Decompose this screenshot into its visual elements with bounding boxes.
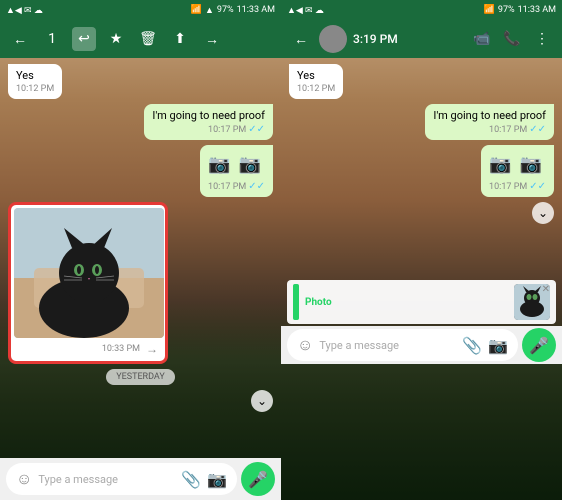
msg-sent-camera-right: 📷 📷 10:17 PM ✓✓ bbox=[481, 145, 554, 197]
camera-icon-2: 📷 bbox=[238, 154, 260, 175]
left-input-field[interactable]: ☺ Type a message 📎 📷 bbox=[6, 463, 237, 495]
camera-icon-r1: 📷 bbox=[489, 154, 511, 175]
emoji-icon-left[interactable]: ☺ bbox=[16, 469, 32, 489]
left-time: 11:33 AM bbox=[237, 5, 275, 15]
right-signal: 📶 bbox=[484, 5, 495, 15]
msg-sent-proof-left: I'm going to need proof 10:17 PM ✓✓ bbox=[144, 104, 273, 140]
msg-text: I'm going to need proof bbox=[433, 109, 546, 122]
camera-icon-left[interactable]: 📷 bbox=[207, 470, 227, 489]
left-screen: ▲◀ ✉ ☁ 📶 ▲ 97% 11:33 AM ← 1 ↩ ★ 🗑 ⬆ → Ye… bbox=[0, 0, 281, 500]
reply-label: Photo bbox=[305, 297, 332, 308]
right-screen: ▲◀ ✉ ☁ 📶 97% 11:33 AM ← 3:19 PM 📹 📞 ⋮ Ye… bbox=[281, 0, 562, 500]
left-star-button[interactable]: ★ bbox=[104, 27, 128, 51]
more-options-button[interactable]: ⋮ bbox=[530, 27, 554, 51]
contact-avatar bbox=[319, 25, 347, 53]
cat-photo bbox=[14, 208, 164, 338]
left-share-button[interactable]: ⬆ bbox=[168, 27, 192, 51]
msg-sent-camera-left: 📷 📷 10:17 PM ✓✓ bbox=[200, 145, 273, 197]
mic-button-right[interactable]: 🎤 bbox=[522, 328, 556, 362]
attach-icon-left[interactable]: 📎 bbox=[181, 470, 201, 489]
reply-text: Photo bbox=[305, 297, 332, 308]
left-status-icons: ▲◀ ✉ ☁ bbox=[6, 5, 43, 16]
reply-accent bbox=[293, 284, 299, 320]
attach-icon-right[interactable]: 📎 bbox=[462, 336, 482, 355]
msg-text: Yes bbox=[16, 69, 34, 82]
left-reply-button[interactable]: ↩ bbox=[72, 27, 96, 51]
video-call-button[interactable]: 📹 bbox=[470, 27, 494, 51]
reply-preview-bar: Photo ✕ bbox=[287, 280, 556, 324]
right-back-button[interactable]: ← bbox=[289, 27, 313, 51]
contact-name: 3:19 PM bbox=[353, 32, 464, 46]
msg-received-yes-right: Yes 10:12 PM bbox=[289, 64, 343, 99]
left-count-badge: 1 bbox=[40, 27, 64, 51]
read-check-camera-r: ✓✓ bbox=[529, 181, 546, 192]
left-status-bar: ▲◀ ✉ ☁ 📶 ▲ 97% 11:33 AM bbox=[0, 0, 281, 20]
right-status-icons: ▲◀ ✉ ☁ bbox=[287, 5, 324, 16]
mic-button-left[interactable]: 🎤 bbox=[241, 462, 275, 496]
left-delete-button[interactable]: 🗑 bbox=[136, 27, 160, 51]
left-back-button[interactable]: ← bbox=[8, 27, 32, 51]
camera-icon-input-right[interactable]: 📷 bbox=[488, 336, 508, 355]
camera-icon-r2: 📷 bbox=[519, 154, 541, 175]
right-time: 11:33 AM bbox=[518, 5, 556, 15]
read-check-right: ✓✓ bbox=[529, 124, 546, 135]
read-check-icon: ✓✓ bbox=[248, 124, 265, 135]
forward-icon: → bbox=[146, 342, 158, 356]
reply-close-button[interactable]: ✕ bbox=[542, 284, 550, 295]
emoji-icon-right[interactable]: ☺ bbox=[297, 335, 313, 355]
scroll-down-button-right[interactable]: ⌄ bbox=[532, 202, 554, 224]
msg-sent-proof-right: I'm going to need proof 10:17 PM ✓✓ bbox=[425, 104, 554, 140]
msg-text: I'm going to need proof bbox=[152, 109, 265, 122]
scroll-down-button[interactable]: ⌄ bbox=[251, 390, 273, 412]
left-signal-icon: 📶 bbox=[191, 5, 202, 15]
right-input-placeholder: Type a message bbox=[319, 339, 456, 352]
right-input-bar: ☺ Type a message 📎 📷 🎤 bbox=[281, 326, 562, 364]
left-battery: 97% bbox=[217, 5, 234, 15]
msg-text: Yes bbox=[297, 69, 315, 82]
contact-info: 3:19 PM bbox=[353, 32, 464, 46]
msg-cat-image: 10:33 PM → bbox=[8, 202, 168, 364]
camera-icon-1: 📷 bbox=[208, 154, 230, 175]
right-status-bar: ▲◀ ✉ ☁ 📶 97% 11:33 AM bbox=[281, 0, 562, 20]
left-forward-button[interactable]: → bbox=[200, 27, 224, 51]
read-check-icon-2: ✓✓ bbox=[248, 181, 265, 192]
right-battery: 97% bbox=[498, 5, 515, 15]
left-wifi-icon: ▲ bbox=[205, 5, 214, 16]
msg-received-yes-left: Yes 10:12 PM bbox=[8, 64, 62, 99]
left-input-placeholder: Type a message bbox=[38, 473, 175, 486]
right-input-field[interactable]: ☺ Type a message 📎 📷 bbox=[287, 329, 518, 361]
voice-call-button[interactable]: 📞 bbox=[500, 27, 524, 51]
yesterday-label: YESTERDAY bbox=[106, 369, 175, 385]
